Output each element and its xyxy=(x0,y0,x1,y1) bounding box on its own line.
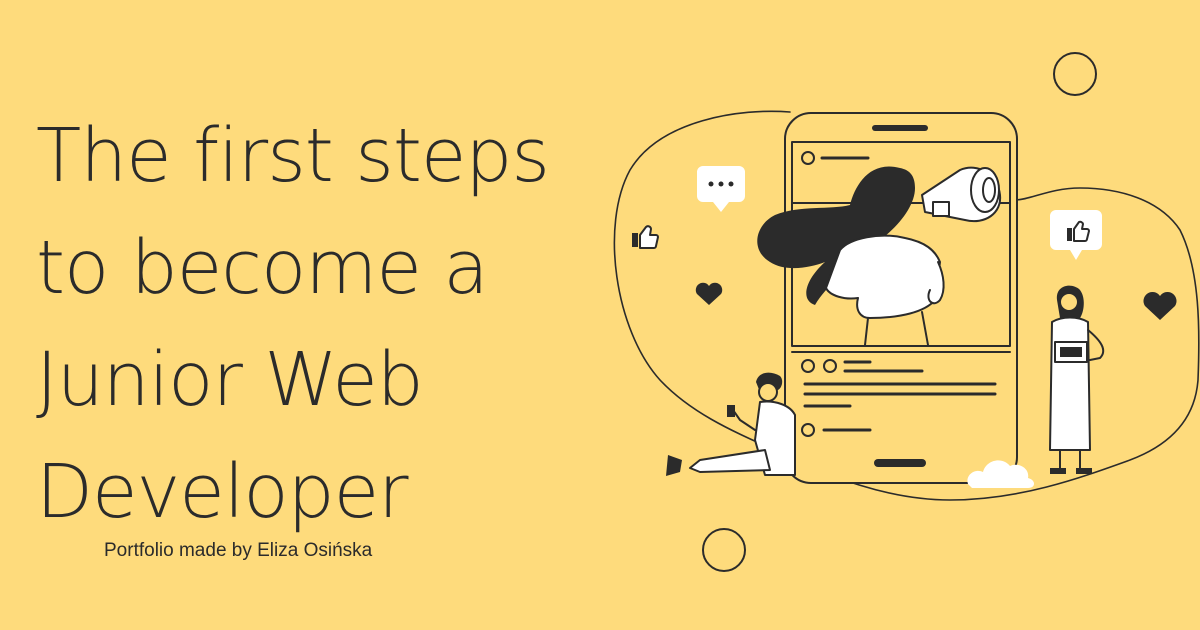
title-line-3: Junior Web xyxy=(36,337,424,423)
social-media-illustration xyxy=(613,52,1200,572)
deco-circle-bottom xyxy=(702,528,746,572)
like-icon xyxy=(632,225,659,249)
title-line-4: Developer xyxy=(36,449,409,535)
like-bubble-icon xyxy=(1050,210,1102,260)
chat-bubble-icon xyxy=(697,166,745,212)
author-subtitle: Portfolio made by Eliza Osińska xyxy=(104,540,373,561)
heart-icon xyxy=(695,282,723,305)
sitting-man xyxy=(666,372,796,476)
title-line-1: The first steps xyxy=(36,113,550,199)
title-line-2: to become a xyxy=(36,225,489,311)
standing-woman xyxy=(1049,285,1105,474)
page-title: The first steps to become a Junior Web D… xyxy=(36,100,550,548)
deco-circle-top xyxy=(1053,52,1097,96)
heart-icon xyxy=(1143,291,1177,320)
